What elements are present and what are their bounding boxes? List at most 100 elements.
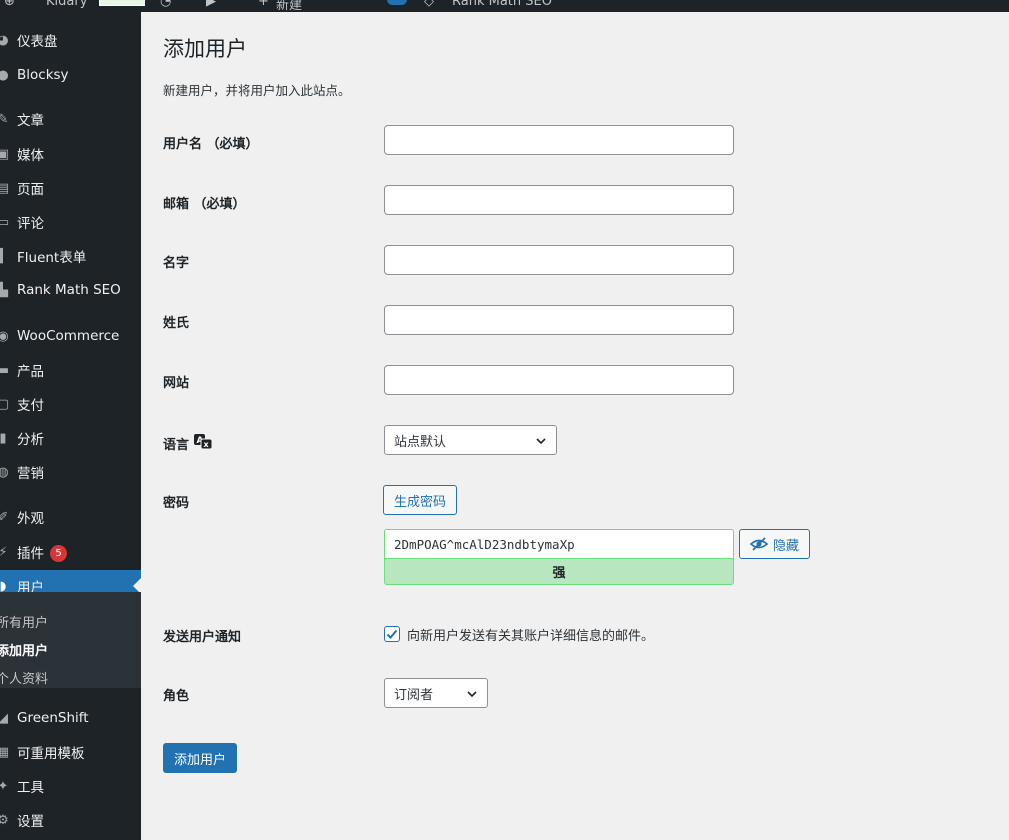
dashboard-icon: ◕ <box>0 32 9 48</box>
sidebar-item-settings[interactable]: ⚙ 设置 <box>0 804 141 836</box>
page-icon: ▤ <box>0 180 10 196</box>
sidebar-item-blocksy[interactable]: ● Blocksy <box>0 59 141 91</box>
translation-icon: A x <box>193 432 213 454</box>
analytics-icon: ▮ <box>0 430 7 446</box>
email-input[interactable] <box>384 185 734 215</box>
comment-icon: ▭ <box>0 214 10 230</box>
sidebar-item-label: 媒体 <box>17 148 44 164</box>
blocksy-icon: ● <box>0 67 9 83</box>
submenu-profile[interactable]: 个人资料 <box>0 668 48 692</box>
sidebar-item-label: 仪表盘 <box>17 34 58 50</box>
eye-slash-icon <box>750 537 768 551</box>
sidebar-item-appearance[interactable]: ✐ 外观 <box>0 501 141 533</box>
language-label: 语言 <box>163 437 190 453</box>
sidebar-item-fluent-forms[interactable]: ▌ Fluent表单 <box>0 240 141 272</box>
sidebar-item-label: 分析 <box>17 432 44 448</box>
notify-checkbox-label[interactable]: 向新用户发送有关其账户详细信息的邮件。 <box>407 625 654 644</box>
pin-icon: ✎ <box>0 111 9 127</box>
add-user-submit-button[interactable]: 添加用户 <box>163 743 238 773</box>
wrench-icon: ✦ <box>0 778 9 794</box>
greenshift-icon: ◢ <box>0 710 8 726</box>
sidebar-item-label: 支付 <box>17 398 44 414</box>
sidebar-item-label: 设置 <box>17 814 44 830</box>
admin-sidebar: ◕ 仪表盘 ● Blocksy ✎ 文章 ▣ 媒体 ▤ 页面 ▭ 评论 ▌ Fl… <box>0 12 141 840</box>
payment-icon: ▢ <box>0 396 10 412</box>
website-input[interactable] <box>384 365 734 395</box>
form-icon: ▌ <box>0 248 8 264</box>
language-select[interactable]: 站点默认 <box>384 425 557 455</box>
website-label: 网站 <box>163 376 190 391</box>
user-icon: ◗ <box>0 578 7 594</box>
chevron-down-icon <box>467 691 477 698</box>
plugin-icon: ⚡ <box>0 544 8 560</box>
sidebar-item-plugins[interactable]: ⚡ 插件 5 <box>0 536 141 568</box>
users-submenu: 所有用户 添加用户 个人资料 <box>0 592 141 688</box>
username-input[interactable] <box>384 125 734 155</box>
sidebar-item-label: Fluent表单 <box>17 250 87 266</box>
sidebar-item-woocommerce[interactable]: ◉ WooCommerce <box>0 320 141 352</box>
marketing-icon: ◍ <box>0 464 9 480</box>
wordpress-logo-icon[interactable]: ⊕ <box>4 0 15 9</box>
sidebar-item-label: GreenShift <box>17 710 89 726</box>
role-select[interactable]: 订阅者 <box>384 678 488 708</box>
submenu-add-user[interactable]: 添加用户 <box>0 640 48 664</box>
firstname-label: 名字 <box>163 256 190 271</box>
sidebar-item-rank-math[interactable]: ▙ Rank Math SEO <box>0 274 141 306</box>
username-label: 用户名 （必填） <box>163 137 259 152</box>
generate-password-button[interactable]: 生成密码 <box>383 485 457 515</box>
sidebar-item-label: 工具 <box>17 780 44 796</box>
settings-icon: ⚙ <box>0 812 9 828</box>
sidebar-item-label: 产品 <box>17 364 44 380</box>
sidebar-item-label: WooCommerce <box>17 328 120 344</box>
firstname-input[interactable] <box>384 245 734 275</box>
sidebar-item-products[interactable]: ▬ 产品 <box>0 354 141 386</box>
lastname-input[interactable] <box>384 305 734 335</box>
product-icon: ▬ <box>0 362 10 378</box>
sidebar-item-label: 插件 5 <box>17 542 67 563</box>
site-name-link[interactable]: Kidary <box>46 0 87 9</box>
svg-text:x: x <box>204 440 210 449</box>
password-input[interactable]: 2DmPOAG^mcAlD23ndbtymaXp <box>384 529 734 558</box>
brush-icon: ✐ <box>0 509 9 525</box>
woocommerce-icon: ◉ <box>0 328 9 344</box>
sidebar-item-dashboard[interactable]: ◕ 仪表盘 <box>0 24 141 56</box>
sidebar-item-media[interactable]: ▣ 媒体 <box>0 138 141 170</box>
role-label: 角色 <box>163 689 190 704</box>
sidebar-item-comments[interactable]: ▭ 评论 <box>0 206 141 238</box>
hide-password-label: 隐藏 <box>772 538 799 554</box>
lastname-label: 姓氏 <box>163 316 190 331</box>
sidebar-item-label: 可重用模板 <box>17 746 85 762</box>
chart-icon: ▙ <box>0 282 8 298</box>
sidebar-item-tools[interactable]: ✦ 工具 <box>0 770 141 802</box>
sidebar-item-payments[interactable]: ▢ 支付 <box>0 388 141 420</box>
sidebar-item-label: 评论 <box>17 216 44 232</box>
site-status-badge <box>99 0 145 6</box>
role-select-value: 订阅者 <box>394 687 434 703</box>
sidebar-item-label: 文章 <box>17 113 44 129</box>
sidebar-item-marketing[interactable]: ◍ 营销 <box>0 456 141 488</box>
sidebar-item-label: Rank Math SEO <box>17 282 121 298</box>
sidebar-item-reusable-blocks[interactable]: ▦ 可重用模板 <box>0 736 141 768</box>
language-select-value: 站点默认 <box>394 434 447 450</box>
page-title: 添加用户 <box>163 37 247 61</box>
sidebar-item-label: 页面 <box>17 182 44 198</box>
sidebar-item-greenshift[interactable]: ◢ GreenShift <box>0 702 141 734</box>
notify-label: 发送用户通知 <box>163 630 242 645</box>
template-icon: ▦ <box>0 744 10 760</box>
email-label: 邮箱 （必填） <box>163 197 246 212</box>
password-label: 密码 <box>163 496 190 511</box>
hide-password-button[interactable]: 隐藏 <box>739 529 810 559</box>
chevron-down-icon <box>536 438 546 445</box>
sidebar-item-label: 外观 <box>17 511 44 527</box>
sidebar-item-pages[interactable]: ▤ 页面 <box>0 172 141 204</box>
page-description: 新建用户，并将用户加入此站点。 <box>163 83 351 98</box>
sidebar-item-analytics[interactable]: ▮ 分析 <box>0 422 141 454</box>
plugin-updates-badge: 5 <box>50 545 67 563</box>
sidebar-item-label: Blocksy <box>17 67 69 83</box>
checkmark-icon <box>386 629 398 639</box>
sidebar-item-posts[interactable]: ✎ 文章 <box>0 103 141 135</box>
media-icon: ▣ <box>0 146 10 162</box>
submenu-all-users[interactable]: 所有用户 <box>0 612 48 636</box>
notify-checkbox[interactable] <box>384 626 400 642</box>
sidebar-item-label: 营销 <box>17 466 44 482</box>
